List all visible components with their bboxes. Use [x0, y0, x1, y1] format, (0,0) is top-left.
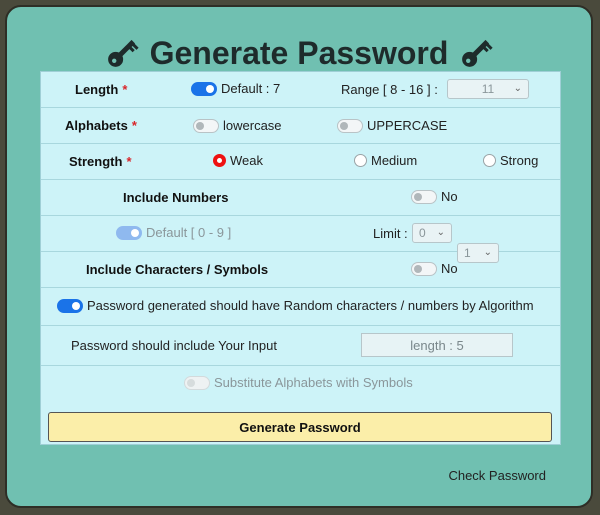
- toggle-switch[interactable]: [193, 118, 219, 133]
- symbols-label: Include Characters / Symbols: [86, 262, 269, 277]
- radio-button[interactable]: [483, 154, 496, 167]
- lowercase-toggle[interactable]: lowercase: [193, 118, 282, 133]
- alphabets-label: Alphabets *: [65, 118, 137, 133]
- random-toggle[interactable]: Password generated should have Random ch…: [57, 298, 534, 313]
- length-label: Length *: [75, 82, 128, 97]
- toggle-switch[interactable]: [57, 298, 83, 313]
- numbers-toggle[interactable]: No: [411, 189, 458, 204]
- required-marker: *: [131, 118, 137, 133]
- title-text: Generate Password: [149, 34, 449, 71]
- user-input-label: Password should include Your Input: [71, 338, 277, 353]
- substitute-row: Substitute Alphabets with Symbols: [41, 365, 560, 403]
- length-range-label: Range [ 8 - 16 ] :: [341, 82, 438, 97]
- strength-label: Strength *: [69, 154, 132, 169]
- key-icon: [107, 39, 139, 67]
- chevron-down-icon: ⌄: [513, 83, 522, 94]
- strength-row: Strength * Weak Medium Strong: [41, 143, 560, 180]
- strength-option-strong[interactable]: Strong: [483, 153, 538, 168]
- limit-label: Limit :: [373, 226, 408, 241]
- user-input-row: Password should include Your Input lengt…: [41, 325, 560, 366]
- toggle-switch[interactable]: [116, 225, 142, 240]
- toggle-switch[interactable]: [191, 81, 217, 96]
- check-password-link[interactable]: Check Password: [448, 468, 546, 483]
- numbers-options-row: Default [ 0 - 9 ] Limit : 0 ⌄ 1 ⌄: [41, 215, 560, 263]
- page-title: Generate Password: [7, 31, 591, 75]
- settings-panel: Length * Default : 7 Range [ 8 - 16 ] : …: [40, 71, 561, 445]
- password-generator-card: Generate Password Length * Default : 7 R…: [5, 5, 593, 508]
- substitute-toggle[interactable]: Substitute Alphabets with Symbols: [184, 375, 413, 390]
- toggle-switch[interactable]: [411, 189, 437, 204]
- length-range-select[interactable]: 11 ⌄: [447, 79, 529, 99]
- numbers-label: Include Numbers: [123, 190, 229, 205]
- random-row: Password generated should have Random ch…: [41, 287, 560, 326]
- symbols-row: Include Characters / Symbols No: [41, 251, 560, 288]
- toggle-switch[interactable]: [411, 261, 437, 276]
- required-marker: *: [126, 154, 132, 169]
- generate-password-button[interactable]: Generate Password: [48, 412, 552, 442]
- required-marker: *: [122, 82, 128, 97]
- symbols-toggle[interactable]: No: [411, 261, 458, 276]
- radio-button[interactable]: [213, 154, 226, 167]
- radio-button[interactable]: [354, 154, 367, 167]
- numbers-row: Include Numbers No: [41, 179, 560, 216]
- length-default-toggle[interactable]: Default : 7: [191, 81, 280, 96]
- limit-from-select[interactable]: 0 ⌄: [412, 223, 452, 243]
- toggle-switch[interactable]: [184, 375, 210, 390]
- toggle-switch[interactable]: [337, 118, 363, 133]
- user-input-field[interactable]: length : 5: [361, 333, 513, 357]
- key-icon: [462, 39, 494, 67]
- alphabets-row: Alphabets * lowercase UPPERCASE: [41, 107, 560, 144]
- numbers-default-toggle[interactable]: Default [ 0 - 9 ]: [116, 225, 231, 240]
- length-row: Length * Default : 7 Range [ 8 - 16 ] : …: [41, 72, 560, 108]
- strength-option-medium[interactable]: Medium: [354, 153, 417, 168]
- strength-option-weak[interactable]: Weak: [213, 153, 263, 168]
- uppercase-toggle[interactable]: UPPERCASE: [337, 118, 447, 133]
- chevron-down-icon: ⌄: [436, 227, 445, 238]
